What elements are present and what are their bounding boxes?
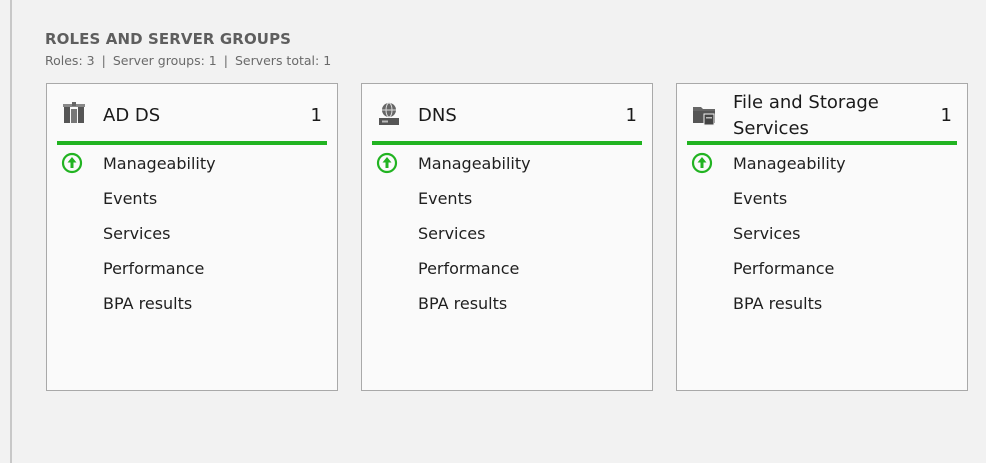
row-label: Performance	[733, 259, 835, 278]
section-summary: Roles: 3 | Server groups: 1 | Servers total:…	[45, 53, 331, 68]
left-divider	[10, 0, 12, 463]
tile-title: DNS	[418, 105, 457, 126]
row-bpa-results[interactable]: BPA results	[362, 286, 652, 321]
ok-up-arrow-icon	[61, 152, 83, 174]
row-manageability[interactable]: Manageability	[47, 146, 337, 181]
ok-up-arrow-icon	[376, 152, 398, 174]
roles-count-text: Roles: 3	[45, 53, 95, 68]
tile-title: File and Storage Services	[733, 90, 903, 142]
row-label: BPA results	[733, 294, 823, 313]
tile-header[interactable]: AD DS 1	[47, 84, 337, 146]
role-tile-ad-ds[interactable]: AD DS 1 Manageability Events Services Pe…	[46, 83, 338, 391]
servers-total-text: Servers total: 1	[234, 53, 332, 68]
tile-status-bar	[372, 141, 642, 145]
row-label: BPA results	[418, 294, 508, 313]
row-services[interactable]: Services	[47, 216, 337, 251]
tile-rows: Manageability Events Services Performanc…	[362, 146, 652, 321]
row-performance[interactable]: Performance	[362, 251, 652, 286]
tile-rows: Manageability Events Services Performanc…	[47, 146, 337, 321]
tile-server-count[interactable]: 1	[941, 103, 952, 129]
tile-title: AD DS	[103, 105, 161, 126]
tile-title-line2: Services	[733, 118, 809, 139]
row-label: Manageability	[418, 154, 531, 173]
row-label: Manageability	[103, 154, 216, 173]
tile-server-count[interactable]: 1	[311, 103, 322, 129]
row-manageability[interactable]: Manageability	[362, 146, 652, 181]
tile-status-bar	[687, 141, 957, 145]
row-label: Manageability	[733, 154, 846, 173]
server-groups-count-text: Server groups: 1	[112, 53, 217, 68]
ok-up-arrow-icon	[691, 152, 713, 174]
file-storage-icon	[693, 107, 715, 126]
row-label: BPA results	[103, 294, 193, 313]
row-performance[interactable]: Performance	[47, 251, 337, 286]
section-title: ROLES AND SERVER GROUPS	[45, 30, 292, 48]
role-tile-dns[interactable]: DNS 1 Manageability Events Services Perf…	[361, 83, 653, 391]
row-label: Services	[733, 224, 801, 243]
dns-icon	[379, 102, 399, 125]
row-label: Services	[418, 224, 486, 243]
row-label: Services	[103, 224, 171, 243]
summary-separator: |	[101, 53, 106, 68]
role-tile-file-storage-services[interactable]: File and Storage Services 1 Manageabilit…	[676, 83, 968, 391]
tile-rows: Manageability Events Services Performanc…	[677, 146, 967, 321]
row-label: Performance	[418, 259, 520, 278]
row-bpa-results[interactable]: BPA results	[47, 286, 337, 321]
row-events[interactable]: Events	[362, 181, 652, 216]
summary-separator: |	[223, 53, 228, 68]
row-performance[interactable]: Performance	[677, 251, 967, 286]
row-events[interactable]: Events	[47, 181, 337, 216]
row-services[interactable]: Services	[677, 216, 967, 251]
row-bpa-results[interactable]: BPA results	[677, 286, 967, 321]
tile-status-bar	[57, 141, 327, 145]
ad-ds-icon	[63, 102, 85, 123]
tile-header[interactable]: File and Storage Services 1	[677, 84, 967, 146]
row-services[interactable]: Services	[362, 216, 652, 251]
row-label: Events	[733, 189, 788, 208]
tile-header[interactable]: DNS 1	[362, 84, 652, 146]
row-manageability[interactable]: Manageability	[677, 146, 967, 181]
row-label: Events	[103, 189, 158, 208]
row-label: Events	[418, 189, 473, 208]
tile-server-count[interactable]: 1	[626, 103, 637, 129]
row-label: Performance	[103, 259, 205, 278]
tile-title-line1: File and Storage	[733, 92, 879, 113]
row-events[interactable]: Events	[677, 181, 967, 216]
